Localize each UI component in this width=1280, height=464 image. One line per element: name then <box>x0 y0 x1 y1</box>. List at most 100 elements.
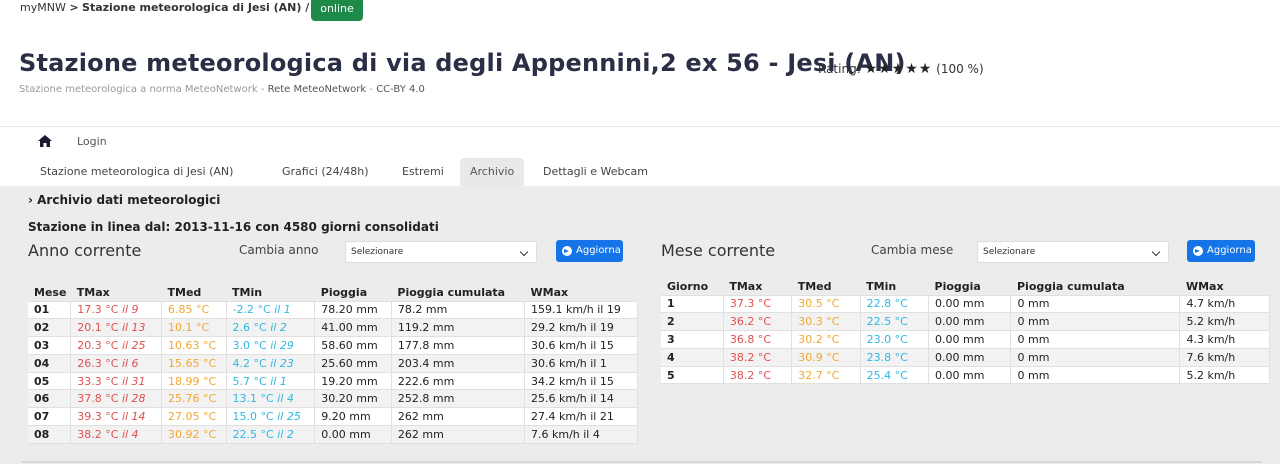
column-header: Giorno <box>667 279 709 293</box>
cell-tmin: 5.7 °C il 1 <box>225 371 316 391</box>
cell-tmed: 10.63 °C <box>161 336 227 355</box>
cell-tmin-value: 5.7 °C <box>232 374 267 388</box>
cell-tmed: 18.99 °C <box>161 371 227 391</box>
mese-select[interactable]: Selezionare <box>977 241 1169 263</box>
cell-tmin: 22.8 °C <box>859 294 930 314</box>
breadcrumb-current[interactable]: Stazione meteorologica di Jesi (AN) / <box>82 1 309 14</box>
cell-tmax: 39.3 °C il 14 <box>70 407 163 427</box>
cell-tmed-value: 15.65 °C <box>168 356 217 370</box>
anno-update-label: Aggiorna <box>576 245 621 256</box>
page-title: Stazione meteorologica di via degli Appe… <box>19 49 906 77</box>
tab-archivio[interactable]: Archivio <box>460 158 525 186</box>
cell-tmed-value: 30.5 °C <box>798 297 840 311</box>
cell-tmed-value: 30.2 °C <box>798 332 840 346</box>
cell-wmax: 30.6 km/h il 15 <box>524 336 638 355</box>
cell-tmin: 2.6 °C il 2 <box>225 318 316 338</box>
cell-tmin-day: il 1 <box>274 303 291 317</box>
breadcrumb-separator: > <box>69 1 79 14</box>
cell-tmax-value: 36.2 °C <box>729 315 772 329</box>
cell-tmin-value: 22.5 °C <box>232 427 274 441</box>
cell-tmax-day: il 13 <box>121 321 146 335</box>
cell-tmin-value: 13.1 °C <box>232 392 274 406</box>
cell-tmed-value: 27.05 °C <box>168 410 217 424</box>
chevron-right-icon: › <box>28 193 33 207</box>
home-icon[interactable] <box>38 135 52 147</box>
cell-rain: 25.60 mm <box>314 353 392 373</box>
subtitle-prefix: Stazione meteorologica a norma MeteoNetw… <box>19 84 268 95</box>
cell-tmed-value: 32.7 °C <box>798 368 840 382</box>
breadcrumb-root[interactable]: myMNW <box>20 1 66 14</box>
cell-key: 05 <box>28 371 72 391</box>
cell-tmin: 22.5 °C <box>859 312 930 332</box>
cell-wmax: 159.1 km/h il 19 <box>524 300 638 320</box>
mese-update-button[interactable]: Aggiorna <box>1187 240 1255 262</box>
chevron-down-icon <box>519 247 529 257</box>
top-nav: Login <box>0 126 1280 156</box>
anno-update-button[interactable]: Aggiorna <box>556 240 623 262</box>
cell-tmin-value: 15.0 °C <box>232 410 274 424</box>
cell-cum: 0 mm <box>1010 365 1181 385</box>
cell-rain: 0.00 mm <box>314 425 392 444</box>
cell-tmin-day: il 23 <box>270 356 294 370</box>
cell-tmin: -2.2 °C il 1 <box>225 300 316 320</box>
table-row: 4 38.2 °C 30.9 °C 23.8 °C 0.00 mm 0 mm 7.6 km/… <box>661 347 1270 367</box>
table-header: Giorno TMax TMed TMin Pioggia Pioggia cumulat… <box>661 278 1270 295</box>
cell-tmax-value: 38.2 °C <box>729 350 772 364</box>
cell-tmin: 25.4 °C <box>859 365 930 385</box>
cell-key: 02 <box>28 318 72 338</box>
cell-cum: 203.4 mm <box>390 353 526 373</box>
table-row: 01 17.3 °C il 9 6.85 °C -2.2 °C il 1 78.20 m… <box>28 300 638 320</box>
cell-tmin: 15.0 °C il 25 <box>225 407 316 427</box>
cell-rain: 30.20 mm <box>314 389 392 409</box>
cell-tmin-day: il 4 <box>277 392 294 406</box>
archive-panel: › Archivio dati meteorologici Stazione i… <box>0 186 1280 464</box>
cell-tmed: 30.92 °C <box>161 425 227 444</box>
cell-tmin-value: 4.2 °C <box>232 356 267 370</box>
rating-label: Rating: <box>818 62 861 76</box>
cell-tmax: 36.8 °C <box>722 330 793 349</box>
table-row: 1 37.3 °C 30.5 °C 22.8 °C 0.00 mm 0 mm 4.7 km/… <box>661 294 1270 314</box>
cell-tmed: 25.76 °C <box>161 389 227 409</box>
table-row: 03 20.3 °C il 25 10.63 °C 3.0 °C il 29 58.60… <box>28 336 638 355</box>
cell-tmin-day: il 29 <box>270 338 294 352</box>
cell-key: 3 <box>661 330 724 349</box>
cell-wmax: 5.2 km/h <box>1179 312 1270 332</box>
anno-select[interactable]: Selezionare <box>345 241 537 263</box>
archive-heading[interactable]: › Archivio dati meteorologici <box>28 193 220 207</box>
cell-key: 1 <box>661 294 724 314</box>
chevron-down-icon <box>1151 247 1161 257</box>
cell-cum: 0 mm <box>1010 347 1181 367</box>
cell-cum: 119.2 mm <box>390 318 526 338</box>
cell-tmax: 37.8 °C il 28 <box>70 389 163 409</box>
cell-key: 06 <box>28 389 72 409</box>
arrow-circle-icon <box>1193 246 1203 256</box>
table-row: 3 36.8 °C 30.2 °C 23.0 °C 0.00 mm 0 mm 4.3 km/… <box>661 330 1270 349</box>
cell-tmed: 30.3 °C <box>791 312 861 332</box>
tab-grafici[interactable]: Grafici (24/48h) <box>272 158 379 186</box>
cell-rain: 0.00 mm <box>928 312 1012 332</box>
cell-cum: 78.2 mm <box>390 300 526 320</box>
tab-dettagli[interactable]: Dettagli e Webcam <box>533 158 658 186</box>
star-icon: ★★★★★ <box>864 61 933 77</box>
cell-tmax: 38.2 °C <box>722 347 793 367</box>
page-subtitle: Stazione meteorologica a norma MeteoNetw… <box>19 84 425 95</box>
anno-select-value: Selezionare <box>351 247 404 257</box>
cell-tmax-day: il 9 <box>121 303 139 317</box>
cell-tmin: 4.2 °C il 23 <box>225 353 316 373</box>
cell-tmed: 32.7 °C <box>791 365 861 385</box>
column-header: TMed <box>797 279 832 293</box>
cell-tmin-value: 23.0 °C <box>866 332 908 346</box>
cell-tmed-value: 18.99 °C <box>168 374 217 388</box>
subtitle-license-link[interactable]: CC-BY 4.0 <box>376 84 425 95</box>
mese-select-value: Selezionare <box>983 247 1036 257</box>
column-header: TMin <box>232 285 263 299</box>
cell-wmax: 7.6 km/h il 4 <box>524 425 638 444</box>
subtitle-network-link[interactable]: Rete MeteoNetwork <box>268 84 367 95</box>
tab-station[interactable]: Stazione meteorologica di Jesi (AN) <box>30 158 243 186</box>
tab-estremi[interactable]: Estremi <box>392 158 454 186</box>
login-link[interactable]: Login <box>77 135 107 148</box>
archive-heading-label: Archivio dati meteorologici <box>37 193 221 207</box>
column-header: Pioggia <box>320 285 368 299</box>
cell-tmax-day: il 4 <box>121 427 139 441</box>
cell-key: 2 <box>661 312 724 332</box>
